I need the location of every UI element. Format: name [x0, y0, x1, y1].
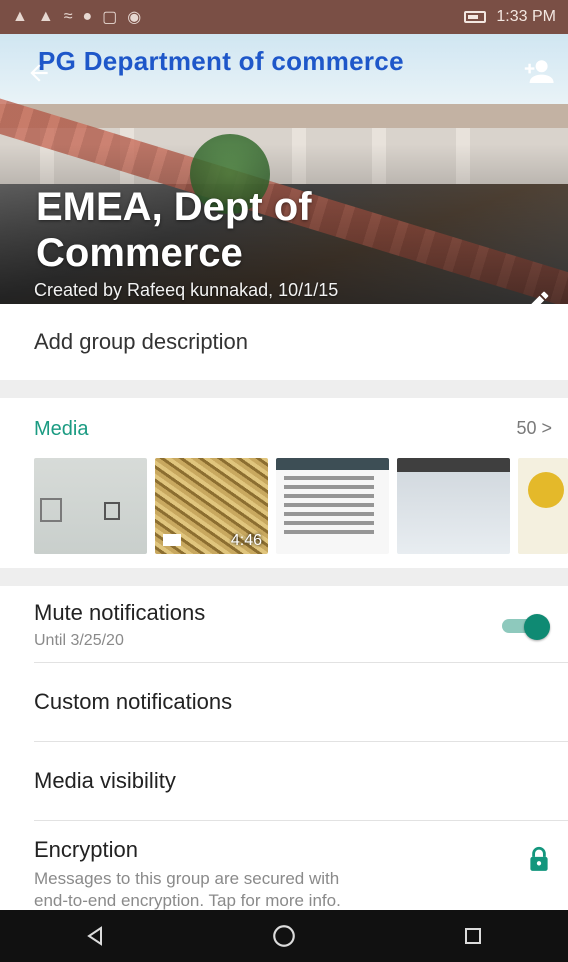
- status-time: 1:33 PM: [496, 8, 556, 25]
- pencil-icon[interactable]: [522, 288, 552, 304]
- signal-icon: ▲: [12, 8, 28, 25]
- app-icon: ◉: [127, 9, 142, 26]
- calendar-icon: ▢: [102, 9, 118, 26]
- encryption-subtitle-line2: end-to-end encryption. Tap for more info…: [34, 891, 341, 910]
- video-duration: 4:46: [230, 532, 262, 549]
- media-count-link[interactable]: 50 >: [516, 418, 552, 439]
- media-thumbnail[interactable]: 4:46: [155, 458, 268, 554]
- status-bar: ▲ ▲ ≈ ● ▢ ◉ 1:33 PM: [0, 0, 568, 34]
- triangle-back-icon[interactable]: [80, 921, 110, 951]
- mute-toggle[interactable]: [502, 614, 552, 640]
- lock-icon: [526, 845, 552, 873]
- circle-home-icon[interactable]: [269, 921, 299, 951]
- signal-icon-2: ▲: [37, 8, 54, 25]
- media-thumbnail[interactable]: [518, 458, 568, 554]
- encryption-row[interactable]: Encryption Messages to this group are se…: [0, 821, 568, 910]
- square-recent-icon[interactable]: [458, 921, 488, 951]
- group-header-photo[interactable]: PG Department of commerce EMEA, Dept of …: [0, 34, 568, 304]
- custom-notifications-row[interactable]: Custom notifications: [0, 663, 568, 741]
- add-group-description[interactable]: Add group description: [0, 304, 568, 380]
- media-section: Media 50 > 4:46: [0, 398, 568, 568]
- encryption-subtitle-line1: Messages to this group are secured with: [34, 869, 340, 888]
- arrow-back-icon[interactable]: [26, 60, 52, 86]
- status-icons-left: ▲ ▲ ≈ ● ▢ ◉: [12, 7, 141, 27]
- section-separator: [0, 380, 568, 398]
- custom-notifications-title: Custom notifications: [34, 689, 233, 714]
- mute-notifications-subtitle: Until 3/25/20: [34, 632, 124, 649]
- media-thumbnails: 4:46: [34, 458, 568, 554]
- video-camera-icon: [163, 534, 181, 546]
- media-thumbnail[interactable]: [34, 458, 147, 554]
- battery-icon: [464, 11, 487, 23]
- group-name[interactable]: EMEA, Dept of Commerce: [36, 184, 396, 276]
- mute-notifications-title: Mute notifications: [34, 600, 206, 625]
- media-visibility-title: Media visibility: [34, 768, 176, 793]
- encryption-title: Encryption: [34, 837, 138, 862]
- status-icons-right: 1:33 PM: [464, 8, 556, 26]
- media-thumbnail[interactable]: [276, 458, 389, 554]
- banner-text: PG Department of commerce: [38, 46, 404, 76]
- add-person-icon[interactable]: [520, 56, 556, 86]
- wifi-icon: ≈: [63, 8, 73, 25]
- media-thumbnail[interactable]: [397, 458, 510, 554]
- chat-icon: ●: [82, 8, 93, 25]
- section-separator: [0, 568, 568, 586]
- media-visibility-row[interactable]: Media visibility: [0, 742, 568, 820]
- media-title[interactable]: Media: [34, 418, 88, 441]
- created-by-text: Created by Rafeeq kunnakad, 10/1/15: [34, 280, 339, 300]
- mute-notifications-row[interactable]: Mute notifications Until 3/25/20: [0, 586, 568, 662]
- navigation-bar: [0, 910, 568, 962]
